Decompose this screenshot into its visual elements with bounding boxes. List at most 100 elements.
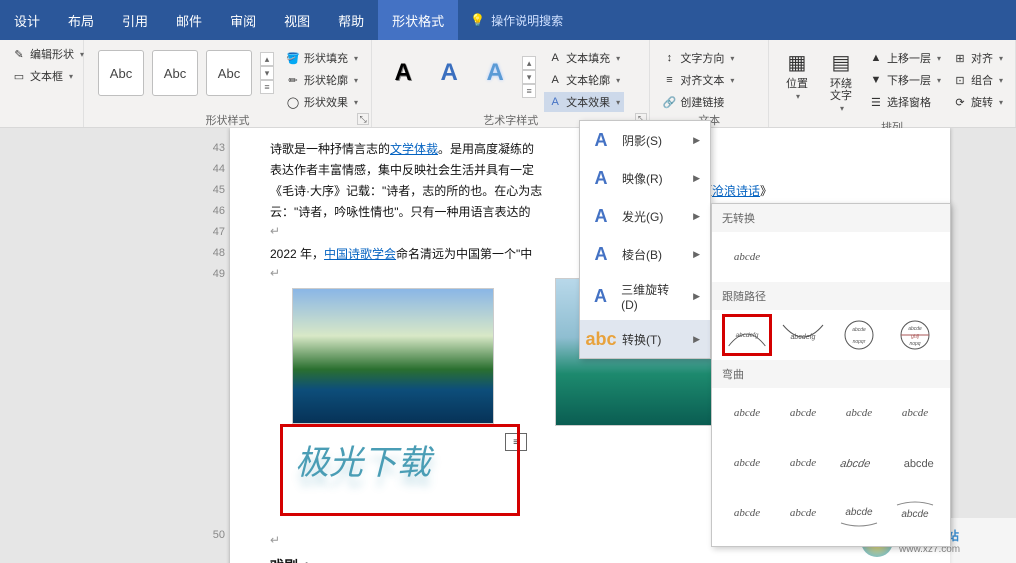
transform-option-warp-12[interactable]: abcde (890, 492, 940, 534)
text-heading[interactable]: 戏剧↵ (270, 556, 310, 563)
style-scroll-down[interactable]: ▾ (260, 66, 274, 80)
tab-layout[interactable]: 布局 (54, 0, 108, 40)
shape-outline-button[interactable]: ✏形状轮廓▾ (282, 70, 362, 90)
link-canglang[interactable]: 沧浪诗话 (712, 184, 760, 198)
text-line[interactable]: 《毛诗·大序》记载："诗者，志的所的也。在心为志 (270, 182, 542, 199)
tab-references[interactable]: 引用 (108, 0, 162, 40)
wordart-gallery-more[interactable]: ≡ (522, 84, 536, 98)
transform-option-warp-8[interactable]: abcde (890, 442, 940, 484)
chevron-right-icon: ▶ (693, 173, 700, 184)
wordart-style-3[interactable]: A (476, 54, 514, 92)
transform-option-circle[interactable]: abcdenopqr (834, 314, 884, 356)
svg-text:nopqr: nopqr (853, 339, 866, 345)
text-effects-icon: A (548, 95, 562, 109)
group-shape-styles-label: 形状样式 (92, 112, 363, 128)
shape-effects-button[interactable]: ◯形状效果▾ (282, 92, 362, 112)
text-direction-button[interactable]: ↕文字方向▾ (658, 48, 738, 68)
transform-option-warp-1[interactable]: abcde (722, 392, 772, 434)
svg-text:abcdefg: abcdefg (791, 334, 816, 341)
menu-item-bevel[interactable]: A棱台(B)▶ (580, 235, 710, 273)
bring-forward-button[interactable]: ▲上移一层▾ (865, 48, 945, 68)
wordart-scroll-up[interactable]: ▴ (522, 56, 536, 70)
transform-option-warp-7[interactable]: abcde (834, 442, 884, 484)
tab-shape-format[interactable]: 形状格式 (378, 0, 458, 40)
effects-icon: ◯ (286, 95, 300, 109)
transform-section-path: 跟随路径 (712, 282, 950, 310)
shape-style-2[interactable]: Abc (152, 50, 198, 96)
send-backward-button[interactable]: ▼下移一层▾ (865, 70, 945, 90)
text-box-button[interactable]: ▭ 文本框▾ (8, 66, 88, 86)
align-text-button[interactable]: ≡对齐文本▾ (658, 70, 738, 90)
tab-mailings[interactable]: 邮件 (162, 0, 216, 40)
rotate-button[interactable]: ⟳旋转▾ (949, 92, 1007, 112)
transform-icon: abc (590, 328, 612, 350)
wordart-style-1[interactable]: A (384, 54, 422, 92)
create-link-button[interactable]: 🔗创建链接 (658, 92, 738, 112)
text-line[interactable]: ↵ (270, 266, 280, 280)
menu-item-glow[interactable]: A发光(G)▶ (580, 197, 710, 235)
chevron-right-icon: ▶ (693, 291, 700, 302)
transform-option-warp-10[interactable]: abcde (778, 492, 828, 534)
transform-option-warp-11[interactable]: abcde (834, 492, 884, 534)
svg-text:abcde: abcde (839, 458, 871, 470)
svg-text:abcde: abcde (903, 458, 935, 470)
tell-me-search[interactable]: 💡 操作说明搜索 (458, 0, 575, 40)
link-icon: 🔗 (662, 95, 676, 109)
wrap-text-button[interactable]: ▤ 环绕文字▾ (821, 44, 861, 119)
transform-option-warp-2[interactable]: abcde (778, 392, 828, 434)
menu-item-shadow[interactable]: A阴影(S)▶ (580, 121, 710, 159)
text-outline-icon: A (548, 73, 562, 87)
text-line[interactable]: 表达作者丰富情感，集中反映社会生活并具有一定 (270, 161, 534, 178)
wordart-style-2[interactable]: A (430, 54, 468, 92)
text-effects-button[interactable]: A文本效果▾ (544, 92, 624, 112)
tab-review[interactable]: 审阅 (216, 0, 270, 40)
text-fill-button[interactable]: A文本填充▾ (544, 48, 624, 68)
transform-option-button[interactable]: abcdeghijnopq (890, 314, 940, 356)
link-literary[interactable]: 文学体裁 (390, 142, 438, 156)
position-button[interactable]: ▦ 位置▾ (777, 44, 817, 107)
inserted-image-landscape[interactable] (292, 288, 494, 424)
menu-item-3d-rotation[interactable]: A三维旋转(D)▶ (580, 273, 710, 320)
wordart-object[interactable]: 极光下载 (280, 424, 520, 516)
align-button[interactable]: ⊞对齐▾ (949, 48, 1007, 68)
transform-submenu: 无转换 abcde 跟随路径 abcdefg abcdefg abcdenopq… (711, 203, 951, 547)
shape-style-3[interactable]: Abc (206, 50, 252, 96)
transform-option-warp-9[interactable]: abcde (722, 492, 772, 534)
text-line[interactable]: 2022 年，中国诗歌学会命名清远为中国第一个"中 (270, 245, 532, 262)
text-line[interactable]: ↵ (270, 533, 280, 547)
text-line[interactable]: 云："诗者，吟咏性情也"。只有一种用语言表达的 (270, 203, 531, 220)
text-line[interactable]: 诗歌是一种抒情言志的文学体裁。是用高度凝练的 (270, 140, 534, 157)
transform-option-warp-6[interactable]: abcde (778, 442, 828, 484)
edit-shape-button[interactable]: ✎ 编辑形状▾ (8, 44, 88, 64)
transform-option-none[interactable]: abcde (722, 236, 772, 278)
group-button[interactable]: ⊡组合▾ (949, 70, 1007, 90)
tab-design[interactable]: 设计 (0, 0, 54, 40)
menu-item-reflection[interactable]: A映像(R)▶ (580, 159, 710, 197)
shape-styles-launcher[interactable]: ⤡ (357, 113, 369, 125)
svg-text:abcde: abcde (901, 509, 929, 520)
rotate-icon: ⟳ (953, 95, 967, 109)
shape-style-1[interactable]: Abc (98, 50, 144, 96)
wordart-scroll-down[interactable]: ▾ (522, 70, 536, 84)
selection-pane-button[interactable]: ☰选择窗格 (865, 92, 945, 112)
tab-view[interactable]: 视图 (270, 0, 324, 40)
link-poetry-society[interactable]: 中国诗歌学会 (324, 247, 396, 261)
transform-option-arch-up[interactable]: abcdefg (722, 314, 772, 356)
wordart-text: 极光下载 (283, 427, 517, 492)
outline-icon: ✏ (286, 73, 300, 87)
menu-item-transform[interactable]: abc转换(T)▶ (580, 320, 710, 358)
text-effects-menu: A阴影(S)▶ A映像(R)▶ A发光(G)▶ A棱台(B)▶ A三维旋转(D)… (579, 120, 711, 359)
shape-fill-button[interactable]: 🪣形状填充▾ (282, 48, 362, 68)
send-backward-icon: ▼ (869, 73, 883, 87)
text-line[interactable]: ↵ (270, 224, 280, 238)
text-outline-button[interactable]: A文本轮廓▾ (544, 70, 624, 90)
transform-option-warp-4[interactable]: abcde (890, 392, 940, 434)
tab-help[interactable]: 帮助 (324, 0, 378, 40)
transform-option-warp-3[interactable]: abcde (834, 392, 884, 434)
style-scroll-up[interactable]: ▴ (260, 52, 274, 66)
svg-text:nopq: nopq (909, 341, 920, 347)
transform-option-arch-down[interactable]: abcdefg (778, 314, 828, 356)
group-icon: ⊡ (953, 73, 967, 87)
style-gallery-more[interactable]: ≡ (260, 80, 274, 94)
transform-option-warp-5[interactable]: abcde (722, 442, 772, 484)
